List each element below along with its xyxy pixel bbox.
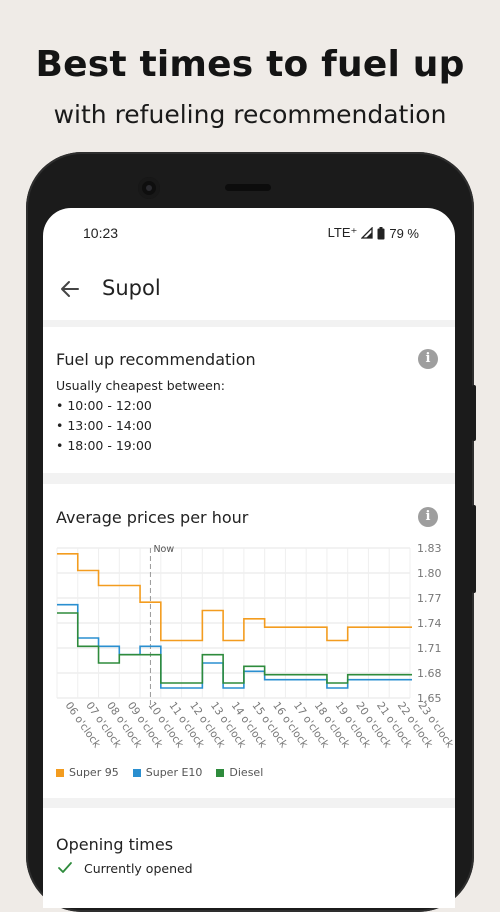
promo-subtitle: with refueling recommendation [53, 100, 447, 129]
legend-swatch [216, 768, 225, 777]
page-title: Supol [102, 276, 161, 300]
legend-item-diesel: Diesel [216, 766, 263, 779]
volume-button [472, 505, 476, 593]
opening-status: Currently opened [84, 861, 193, 876]
recommendation-range: • 10:00 - 12:00 [56, 398, 152, 413]
y-tick-label: 1.77 [417, 592, 442, 605]
network-label: LTE⁺ [327, 225, 358, 240]
series-line [57, 603, 412, 689]
legend-swatch [56, 768, 64, 777]
opening-times-title: Opening times [56, 835, 174, 854]
status-bar: 10:23 LTE⁺ 79 % [43, 208, 455, 256]
recommendation-range: • 13:00 - 14:00 [56, 418, 152, 433]
opening-times-card: Opening times Currently opened [43, 808, 455, 908]
section-divider [43, 473, 455, 484]
legend-swatch [132, 768, 141, 777]
y-tick-label: 1.68 [417, 667, 442, 680]
legend-label: Diesel [229, 766, 264, 779]
promo-title: Best times to fuel up [35, 44, 465, 85]
earpiece-speaker [225, 184, 271, 191]
price-chart: 1.831.801.771.741.711.681.6506 o'clock07… [56, 542, 455, 751]
series-line [57, 553, 412, 642]
legend-label: Super E10 [145, 766, 203, 779]
legend-item-super95: Super 95 [56, 766, 119, 779]
now-label: Now [153, 544, 174, 555]
y-tick-label: 1.71 [417, 642, 442, 655]
prices-title: Average prices per hour [56, 508, 249, 527]
app-bar: Supol [43, 256, 455, 320]
phone-screen: 10:23 LTE⁺ 79 % Supol Fuel up recommenda… [43, 208, 455, 908]
y-tick-label: 1.83 [417, 542, 442, 555]
info-icon[interactable]: i [418, 507, 438, 527]
check-icon [58, 862, 72, 873]
legend-label: Super 95 [69, 766, 119, 779]
y-tick-label: 1.80 [417, 567, 442, 580]
battery-icon [377, 226, 385, 239]
section-divider [43, 320, 455, 327]
status-icons: LTE⁺ 79 % [328, 225, 419, 241]
section-divider [43, 798, 455, 808]
status-time: 10:23 [83, 225, 119, 241]
signal-icon [361, 227, 374, 239]
recommendation-card: Fuel up recommendation i Usually cheapes… [43, 327, 455, 473]
recommendation-title: Fuel up recommendation [56, 350, 256, 369]
info-icon[interactable]: i [418, 349, 438, 369]
recommendation-range: • 18:00 - 19:00 [56, 438, 152, 453]
power-button [472, 385, 476, 441]
arrow-back-icon[interactable] [59, 278, 81, 300]
chart-legend: Super 95 Super E10 Diesel [56, 766, 263, 779]
front-camera [138, 177, 160, 199]
y-tick-label: 1.74 [417, 617, 442, 630]
recommendation-intro: Usually cheapest between: [56, 378, 225, 393]
legend-item-super-e10: Super E10 [132, 766, 203, 779]
battery-label: 79 % [389, 225, 419, 241]
